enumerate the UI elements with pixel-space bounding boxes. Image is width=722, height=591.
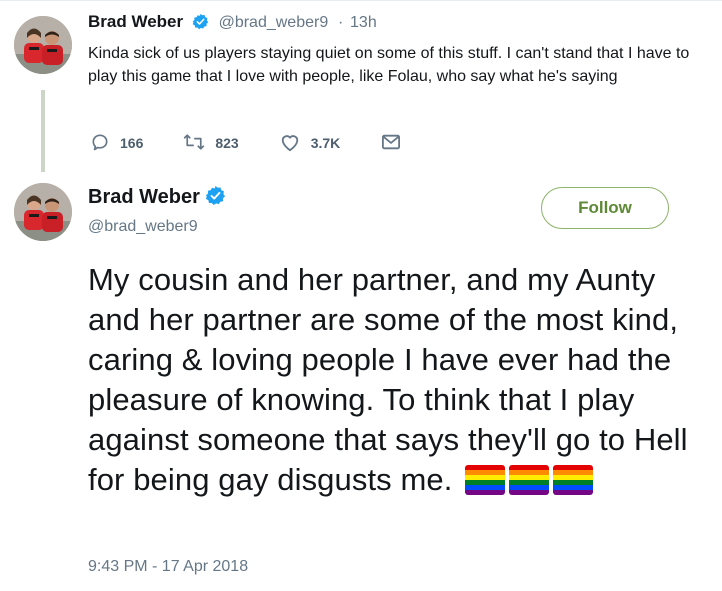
thread-line [41,90,45,172]
like-count: 3.7K [310,135,341,151]
main-tweet-body: My cousin and her partner, and my Aunty … [88,260,713,500]
author-name[interactable]: Brad Weber [88,186,200,208]
reply-count: 166 [120,135,144,151]
verified-badge-icon [192,13,209,35]
reply-header: Brad Weber @brad_weber9 · 13h [88,12,377,35]
author-handle[interactable]: @brad_weber9 [88,218,198,236]
avatar[interactable] [14,183,72,241]
direct-message-button[interactable] [380,133,402,154]
main-tweet-text: My cousin and her partner, and my Aunty … [88,262,688,497]
tweet-time[interactable]: 13h [350,14,377,31]
top-divider [0,0,722,1]
separator-dot: · [337,14,344,31]
main-author-header: Brad Weber [88,185,226,212]
message-icon [380,133,402,154]
verified-badge-icon [205,185,226,212]
reply-button[interactable]: 166 [90,132,143,155]
like-button[interactable]: 3.7K [279,132,341,155]
rainbow-flag-icon [465,465,506,495]
author-handle[interactable]: @brad_weber9 [219,14,329,31]
rainbow-flag-icon [553,465,594,495]
retweet-icon [183,132,205,155]
follow-button[interactable]: Follow [541,187,669,229]
reply-icon [90,132,110,155]
tweet-actions: 166 823 3.7K [90,132,442,154]
avatar[interactable] [14,16,72,74]
reply-tweet-text: Kinda sick of us players staying quiet o… [88,45,690,85]
rainbow-flag-icon [509,465,550,495]
retweet-button[interactable]: 823 [183,132,239,155]
author-name[interactable]: Brad Weber [88,12,183,31]
like-icon [279,132,301,155]
retweet-count: 823 [215,135,239,151]
tweet-timestamp[interactable]: 9:43 PM - 17 Apr 2018 [88,558,248,576]
